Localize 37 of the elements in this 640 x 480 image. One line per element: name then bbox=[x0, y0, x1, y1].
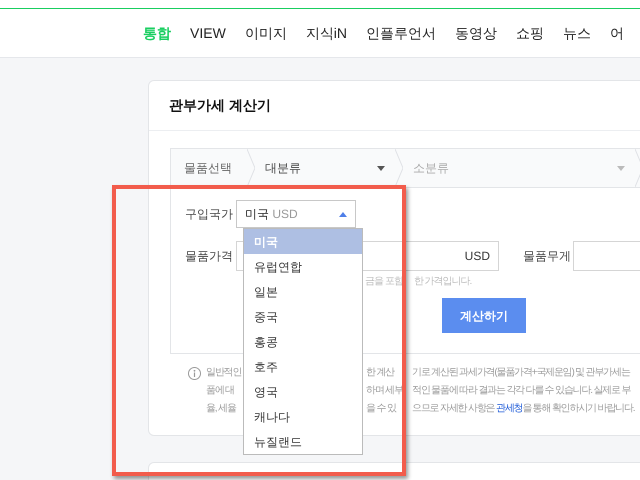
nav-tab[interactable]: 뉴스 bbox=[563, 23, 592, 44]
dropdown-option[interactable]: 중국 bbox=[244, 304, 362, 329]
category-dropdown[interactable]: 대분류 bbox=[255, 159, 395, 177]
info-text: 하며 세부 bbox=[366, 384, 404, 398]
nav-tab[interactable]: 이미지 bbox=[244, 23, 287, 44]
nav-tab[interactable]: VIEW bbox=[190, 23, 226, 44]
info-text: 일반적인 bbox=[206, 366, 242, 380]
info-text: 율, 세율 bbox=[206, 402, 238, 416]
info-text: 한 계산 bbox=[366, 366, 396, 380]
weight-input[interactable] bbox=[573, 241, 640, 271]
info-icon bbox=[188, 367, 201, 380]
country-select[interactable]: 미국 USD bbox=[236, 200, 356, 228]
nav-tab[interactable]: 지식iN bbox=[306, 23, 348, 44]
dropdown-option[interactable]: 홍콩 bbox=[244, 329, 362, 354]
info-text: 을 수 있 bbox=[366, 402, 398, 416]
category-label: 물품선택 bbox=[183, 160, 233, 177]
nav-tab[interactable]: 동영상 bbox=[455, 23, 498, 44]
info-text: 품에 대 bbox=[206, 384, 235, 398]
field-label: 구입국가 bbox=[185, 206, 234, 223]
dropdown-option[interactable]: 호주 bbox=[244, 354, 362, 379]
dropdown-option[interactable]: 일본 bbox=[244, 279, 362, 304]
field-label: 물품가격 bbox=[185, 248, 234, 265]
nav-tab[interactable]: 쇼핑 bbox=[516, 23, 544, 44]
caret-icon bbox=[617, 166, 625, 170]
dropdown-option[interactable]: 영국 bbox=[244, 379, 362, 404]
nav-tab[interactable]: 어 bbox=[610, 23, 624, 44]
field-hint: 한 가격입니다. bbox=[414, 275, 472, 289]
dropdown-option[interactable]: 캐나다 bbox=[244, 404, 362, 429]
dropdown-option[interactable]: 뉴질랜드 bbox=[244, 429, 362, 454]
info-text: 적인 물품에 따라 결과는 각각 다를 수 있습니다. 실제로 부 bbox=[412, 384, 630, 398]
info-text: 으므로 자세한 사항은관세청을 통해 확인하시기 바랍니다. bbox=[412, 402, 634, 416]
customs-link[interactable]: 관세청 bbox=[496, 403, 522, 414]
field-label: 물품무게 bbox=[523, 248, 572, 265]
caret-icon bbox=[377, 166, 385, 170]
nav-tab[interactable]: 인플루언서 bbox=[366, 23, 436, 44]
card-title: 관부가세 계산기 bbox=[169, 96, 271, 115]
info-text: 기로 계산된 과세가격(물품가격+국제운임) 및 관부가세는 bbox=[412, 366, 630, 380]
